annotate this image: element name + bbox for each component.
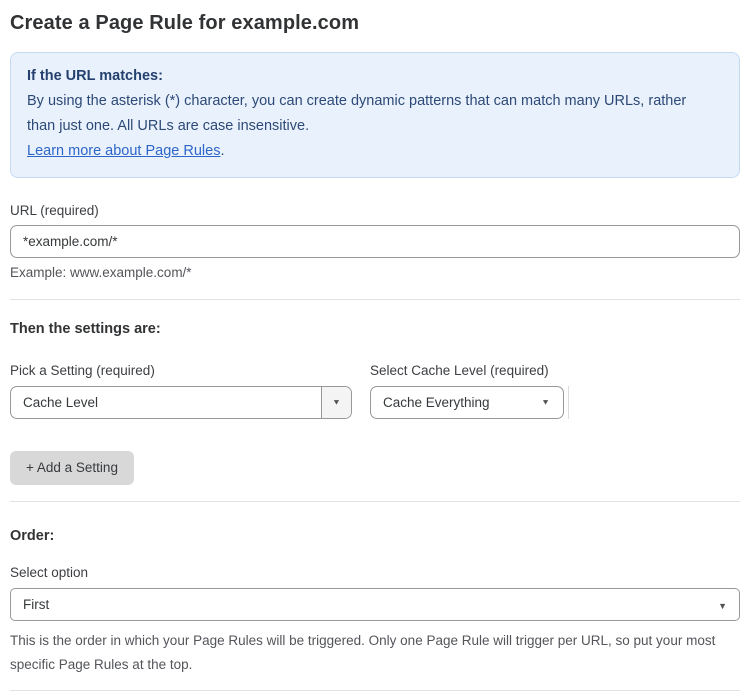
setting-picker-select[interactable]: Cache Level ▼ <box>10 386 352 419</box>
order-section-heading: Order: <box>10 528 55 544</box>
cache-level-select[interactable]: Cache Everything ▼ <box>370 386 564 419</box>
divider <box>10 501 740 502</box>
settings-section-heading: Then the settings are: <box>10 321 161 337</box>
cache-level-row: Cache Everything ▼ <box>370 378 569 419</box>
cache-level-value: Cache Everything <box>383 395 490 410</box>
url-field-helper: Example: www.example.com/* <box>10 265 192 280</box>
chevron-down-icon: ▼ <box>718 601 727 611</box>
cache-level-column: Select Cache Level (required) Cache Ever… <box>370 337 569 419</box>
order-select[interactable]: First ▼ <box>10 588 740 621</box>
chevron-down-icon: ▼ <box>541 397 550 407</box>
info-box-heading: If the URL matches: <box>27 68 163 84</box>
order-select-label: Select option <box>10 565 89 580</box>
setting-picker-label: Pick a Setting (required) <box>10 363 155 378</box>
info-box-body: By using the asterisk (*) character, you… <box>27 93 687 134</box>
setting-picker-value: Cache Level <box>23 395 99 410</box>
divider <box>10 299 740 300</box>
chevron-down-icon: ▼ <box>332 397 341 407</box>
learn-more-link[interactable]: Learn more about Page Rules <box>27 143 220 159</box>
settings-row: Pick a Setting (required) Cache Level ▼ … <box>10 337 740 419</box>
link-suffix: . <box>220 143 225 159</box>
url-field-label: URL (required) <box>10 203 99 218</box>
add-setting-button[interactable]: + Add a Setting <box>10 451 134 485</box>
setting-row-end-rule <box>568 386 569 419</box>
page-title: Create a Page Rule for example.com <box>10 12 360 34</box>
url-input[interactable] <box>10 225 740 258</box>
url-match-info-box: If the URL matches: By using the asteris… <box>10 52 740 178</box>
order-select-value: First <box>23 597 50 612</box>
dropdown-arrow-button[interactable]: ▼ <box>321 387 351 418</box>
setting-picker-column: Pick a Setting (required) Cache Level ▼ <box>10 337 352 419</box>
cache-level-label: Select Cache Level (required) <box>370 363 549 378</box>
info-box-link-line: Learn more about Page Rules. <box>27 139 723 164</box>
create-page-rule-panel: Create a Page Rule for example.com If th… <box>0 0 750 691</box>
order-helper-text: This is the order in which your Page Rul… <box>10 633 716 672</box>
